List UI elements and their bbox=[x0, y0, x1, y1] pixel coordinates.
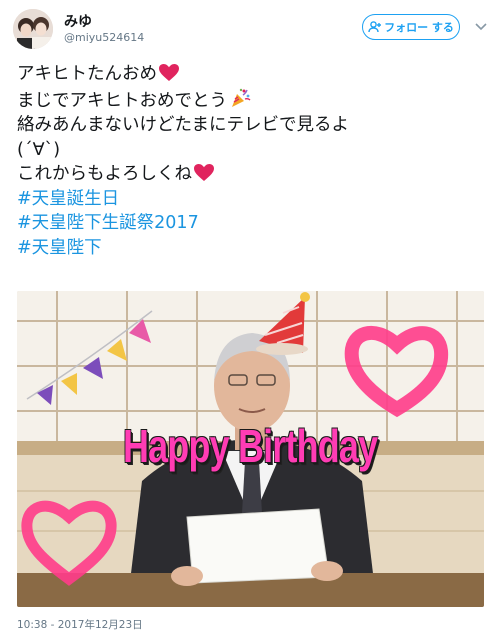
tweet-photo[interactable]: Happy Birthday bbox=[17, 291, 484, 607]
tweet-line: 絡みあんまないけどたまにテレビで見るよ bbox=[17, 115, 349, 135]
tweet-line-text: まじでアキヒトおめでとう bbox=[17, 90, 227, 111]
hashtag-link[interactable]: #天皇陛下 bbox=[17, 236, 487, 261]
red-heart-emoji bbox=[159, 64, 179, 81]
tweet-line: これからもよろしくね bbox=[17, 162, 487, 187]
red-heart-emoji bbox=[194, 164, 214, 181]
follow-user-icon bbox=[368, 21, 382, 33]
happy-birthday-overlay: Happy Birthday bbox=[123, 420, 378, 472]
tweet-line: まじでアキヒトおめでとう bbox=[17, 87, 487, 114]
tweet-line-text: アキヒトたんおめ bbox=[17, 64, 157, 84]
follow-button-label: フォロー する bbox=[384, 21, 454, 34]
tweet-line: (´∀`) bbox=[17, 139, 61, 160]
tweet-header: みゆ @miyu524614 フォロー する bbox=[0, 0, 500, 56]
display-name[interactable]: みゆ bbox=[64, 11, 92, 31]
tweet-timestamp[interactable]: 10:38 - 2017年12月23日 bbox=[17, 617, 143, 632]
user-handle[interactable]: @miyu524614 bbox=[64, 31, 144, 44]
tweet-line-text: これからもよろしくね bbox=[17, 164, 192, 184]
tweet-text: アキヒトたんおめ まじでアキヒトおめでとう 絡みあんまないけどたまにテレビで見る… bbox=[17, 62, 487, 260]
chevron-down-icon[interactable] bbox=[474, 19, 488, 33]
party-popper-emoji bbox=[232, 88, 251, 107]
tweet-line: アキヒトたんおめ bbox=[17, 62, 487, 87]
follow-button[interactable]: フォロー する bbox=[362, 14, 460, 40]
avatar[interactable] bbox=[13, 9, 53, 49]
hashtag-link[interactable]: #天皇陛下生誕祭2017 bbox=[17, 211, 487, 236]
hashtag-link[interactable]: #天皇誕生日 bbox=[17, 187, 487, 212]
